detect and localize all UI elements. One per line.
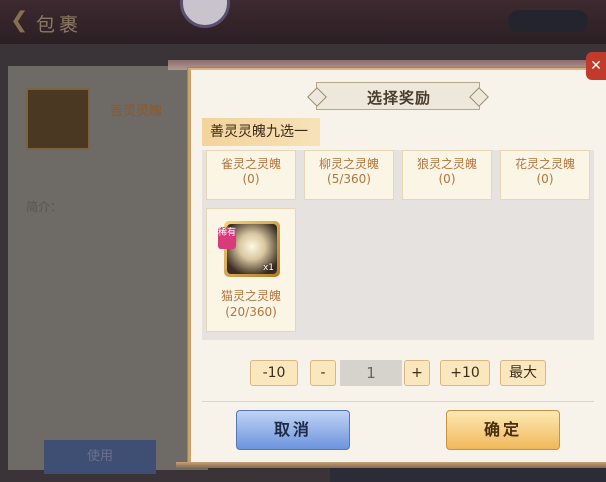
background-bottom-strip xyxy=(330,466,606,482)
reward-option[interactable]: 花灵之灵魄 (0) xyxy=(500,150,590,200)
reward-option-count: (20/360) xyxy=(225,305,277,319)
reward-option-name: 雀灵之灵魄 xyxy=(220,157,281,171)
background-page-title: 包裹 xyxy=(36,14,83,36)
plus-10-button[interactable]: +10 xyxy=(440,360,490,386)
reward-option-name: 狼灵之灵魄 xyxy=(416,157,477,171)
background-use-button: 使用 xyxy=(44,440,156,474)
rare-badge: 稀有 xyxy=(218,227,236,249)
background-desc-title: 简介： xyxy=(26,200,63,214)
reward-option-count: (0) xyxy=(242,172,260,186)
reward-option-count: (0) xyxy=(438,172,456,186)
reward-option[interactable]: 柳灵之灵魄 (5/360) xyxy=(304,150,394,200)
divider xyxy=(202,401,594,402)
reward-option-selected[interactable]: x1 稀有 猫灵之灵魄 (20/360) xyxy=(206,208,296,332)
reward-option-count: (5/360) xyxy=(327,172,371,186)
cancel-button[interactable]: 取消 xyxy=(236,410,350,450)
item-quantity: x1 xyxy=(262,263,274,273)
plus-button[interactable]: + xyxy=(404,360,430,386)
dialog-title: 选择奖励 xyxy=(366,89,431,107)
dialog-subtitle: 善灵灵魄九选一 xyxy=(202,118,320,146)
background-item-icon xyxy=(26,88,90,150)
quantity-value[interactable]: 1 xyxy=(340,360,402,386)
reward-option[interactable]: 狼灵之灵魄 (0) xyxy=(402,150,492,200)
dialog-frame-bottom xyxy=(176,462,606,468)
back-arrow-icon[interactable]: ❮ xyxy=(10,8,36,34)
currency-slot xyxy=(508,10,588,32)
reward-option-name: 猫灵之灵魄 xyxy=(220,289,281,303)
minus-10-button[interactable]: -10 xyxy=(250,360,298,386)
minus-button[interactable]: - xyxy=(310,360,336,386)
reward-option[interactable]: 雀灵之灵魄 (0) xyxy=(206,150,296,200)
background-item-name: 善灵灵魄 xyxy=(110,104,163,119)
max-button[interactable]: 最大 xyxy=(500,360,546,386)
reward-option-name: 花灵之灵魄 xyxy=(514,157,575,171)
confirm-button[interactable]: 确定 xyxy=(446,410,560,450)
reward-option-name: 柳灵之灵魄 xyxy=(318,157,379,171)
dialog-title-plate: 选择奖励 xyxy=(316,82,480,110)
close-icon[interactable]: ✕ xyxy=(586,52,606,80)
reward-option-count: (0) xyxy=(536,172,554,186)
